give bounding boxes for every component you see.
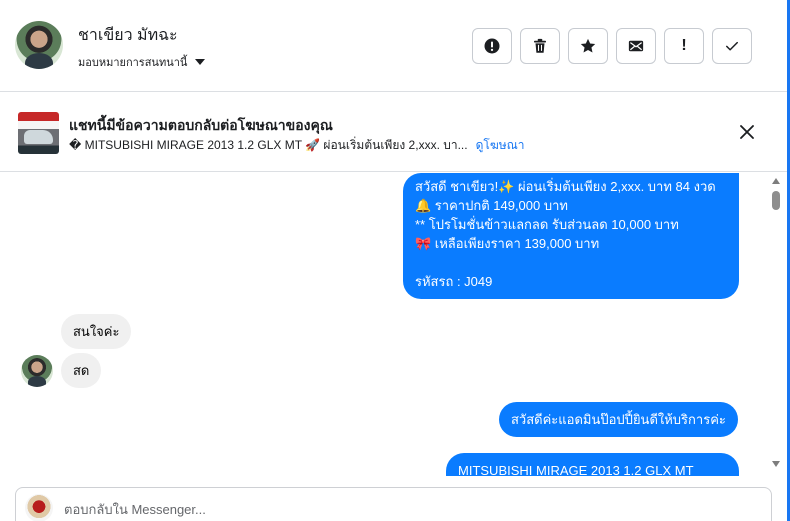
ad-banner-title: แชทนี้มีข้อความตอบกลับต่อโฆษณาของคุณ xyxy=(69,117,333,133)
message-thread: สวัสดี ชาเขียว!✨ ผ่อนเริ่มต้นเพียง 2,xxx… xyxy=(0,173,787,476)
page-avatar xyxy=(25,494,53,521)
outgoing-message[interactable]: MITSUBISHI MIRAGE 2013 1.2 GLX MT xyxy=(446,453,739,476)
mail-icon xyxy=(628,40,644,52)
checkmark-icon xyxy=(726,41,738,51)
scroll-down-arrow-icon[interactable] xyxy=(772,461,780,467)
star-button[interactable] xyxy=(568,28,608,64)
message-line: สวัสดี ชาเขียว!✨ ผ่อนเริ่มต้นเพียง 2,xxx… xyxy=(415,179,716,194)
contact-name[interactable]: ชาเขียว มัทฉะ xyxy=(78,23,178,48)
ad-banner-subtitle: � MITSUBISHI MIRAGE 2013 1.2 GLX MT 🚀 ผ่… xyxy=(69,136,525,155)
delete-button[interactable] xyxy=(520,28,560,64)
star-icon xyxy=(580,38,596,53)
mark-spam-button[interactable] xyxy=(472,28,512,64)
contact-avatar[interactable] xyxy=(15,21,63,69)
mark-unread-button[interactable] xyxy=(616,28,656,64)
message-line: รหัสรถ : J049 xyxy=(415,274,493,289)
thread-scrollbar[interactable] xyxy=(769,173,783,476)
outgoing-message[interactable]: สวัสดีค่ะแอดมินป๊อปปี้ยินดีให้บริการค่ะ xyxy=(499,402,738,437)
close-icon[interactable] xyxy=(738,123,756,141)
assign-label: มอบหมายการสนทนานี้ xyxy=(78,57,188,69)
incoming-message[interactable]: สนใจค่ะ xyxy=(61,314,132,349)
mark-done-button[interactable] xyxy=(712,28,752,64)
message-line xyxy=(415,253,727,272)
scroll-up-arrow-icon[interactable] xyxy=(772,178,780,184)
message-line: 🎀 เหลือเพียงราคา 139,000 บาท xyxy=(415,236,600,251)
ad-thumbnail[interactable] xyxy=(18,112,59,154)
outgoing-message[interactable]: สวัสดี ชาเขียว!✨ ผ่อนเริ่มต้นเพียง 2,xxx… xyxy=(403,173,739,299)
assign-conversation-dropdown[interactable]: มอบหมายการสนทนานี้ xyxy=(78,53,206,71)
view-ad-link[interactable]: ดูโฆษณา xyxy=(476,136,525,155)
ad-reply-banner: แชทนี้มีข้อความตอบกลับต่อโฆษณาของคุณ � M… xyxy=(0,93,787,172)
message-line: ** โปรโมชั่นข้าวแลกลด รับส่วนลด 10,000 บ… xyxy=(415,217,679,232)
alert-circle-icon xyxy=(484,38,500,54)
exclamation-icon: ! xyxy=(681,37,687,54)
ad-description: � MITSUBISHI MIRAGE 2013 1.2 GLX MT 🚀 ผ่… xyxy=(69,138,468,152)
conversation-header: ชาเขียว มัทฉะ มอบหมายการสนทนานี้ ! xyxy=(0,0,787,92)
sender-avatar xyxy=(21,355,53,387)
incoming-message[interactable]: สด xyxy=(61,353,102,388)
follow-up-button[interactable]: ! xyxy=(664,28,704,64)
conversation-actions: ! xyxy=(472,28,752,64)
reply-input[interactable] xyxy=(64,502,664,517)
reply-composer xyxy=(15,487,772,521)
scroll-thumb[interactable] xyxy=(772,191,780,210)
message-line: 🔔 ราคาปกติ 149,000 บาท xyxy=(415,198,568,213)
caret-down-icon xyxy=(195,59,206,65)
trash-icon xyxy=(534,38,546,53)
